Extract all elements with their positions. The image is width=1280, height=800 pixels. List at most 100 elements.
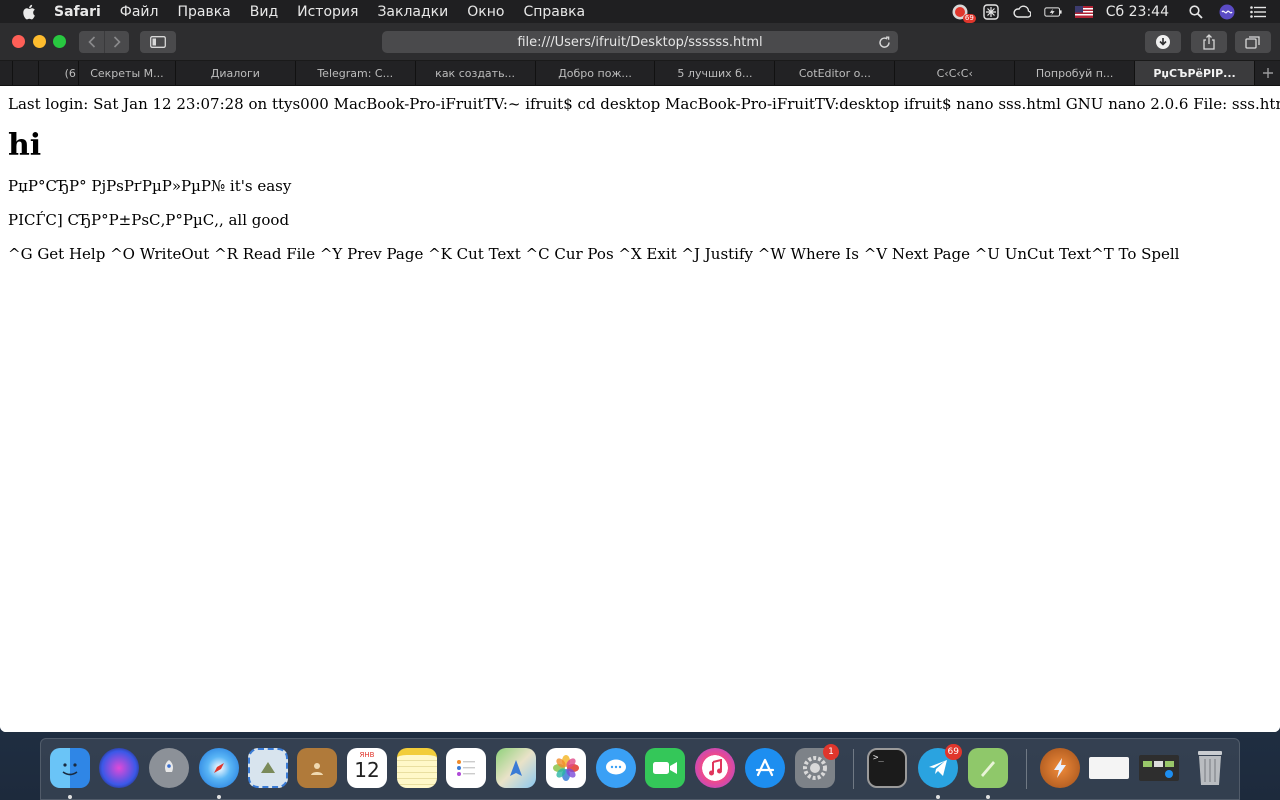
tab-active[interactable]: РџСЪРёРІР...: [1135, 61, 1256, 85]
tab[interactable]: как создать...: [416, 61, 536, 85]
garbled-paragraph: РІСЃС] СЂР°Р±РѕС‚Р°РµС‚, all good: [8, 211, 290, 229]
contacts-book-icon: [297, 748, 337, 788]
dock-mail[interactable]: [247, 747, 289, 789]
coteditor-pencil-icon: [968, 748, 1008, 788]
menu-bar: Safari Файл Правка Вид История Закладки …: [0, 0, 1280, 23]
menu-bookmarks[interactable]: Закладки: [377, 4, 448, 20]
battery-icon[interactable]: [1044, 4, 1062, 20]
notification-badge: 1: [823, 744, 839, 760]
close-window-button[interactable]: [12, 35, 25, 48]
gear-icon: 1: [795, 744, 839, 788]
dock-trash[interactable]: [1189, 747, 1231, 789]
tab[interactable]: Добро пож...: [536, 61, 656, 85]
notification-badge: 69: [944, 744, 962, 760]
messages-bubble-icon: [596, 748, 636, 788]
sidebar-toggle-button[interactable]: [140, 31, 176, 53]
dock-safari[interactable]: [198, 747, 240, 799]
dock-minimized-window[interactable]: [1088, 747, 1130, 789]
tab-pinned[interactable]: [0, 61, 13, 85]
tab[interactable]: С‹С‹С‹: [895, 61, 1016, 85]
siri-app-icon: [99, 748, 139, 788]
creative-cloud-icon[interactable]: [1013, 4, 1031, 20]
reload-icon[interactable]: [876, 34, 892, 50]
menu-help[interactable]: Справка: [523, 4, 585, 20]
tab[interactable]: 5 лучших б...: [655, 61, 776, 85]
safari-compass-icon: [199, 748, 239, 788]
menu-history[interactable]: История: [297, 4, 358, 20]
tab-bar: (6 Секреты М... Диалоги Telegram: С... к…: [0, 61, 1280, 86]
chevron-left-icon: [87, 36, 95, 48]
tab[interactable]: Диалоги: [176, 61, 296, 85]
dock-itunes[interactable]: [694, 747, 736, 789]
menubar-clock[interactable]: Сб 23:44: [1106, 4, 1169, 20]
dock-launchpad[interactable]: [148, 747, 190, 789]
tab[interactable]: CotEditor о...: [775, 61, 896, 85]
telegram-plane-icon: 69: [918, 744, 962, 788]
plus-icon: [1262, 68, 1273, 78]
downloads-button[interactable]: [1145, 31, 1181, 53]
share-icon: [1203, 34, 1215, 50]
dock-contacts[interactable]: [296, 747, 338, 789]
dock-maps[interactable]: [495, 747, 537, 789]
tab-overview-button[interactable]: [1235, 31, 1271, 53]
tab[interactable]: Попробуй п...: [1015, 61, 1136, 85]
new-tab-button[interactable]: [1255, 61, 1280, 85]
notification-center-icon[interactable]: [1249, 4, 1267, 20]
dock-facetime[interactable]: [644, 747, 686, 789]
forward-button[interactable]: [104, 31, 129, 53]
tab[interactable]: Секреты М...: [79, 61, 176, 85]
dock-terminal[interactable]: >_: [866, 747, 908, 789]
dock-siri[interactable]: [98, 747, 140, 789]
tab[interactable]: (6: [39, 61, 79, 85]
us-flag-icon[interactable]: [1074, 4, 1093, 20]
address-bar[interactable]: file:///Users/ifruit/Desktop/ssssss.html: [382, 31, 898, 53]
calendar-icon: ЯНВ 12: [347, 748, 387, 788]
tab[interactable]: Telegram: С...: [296, 61, 416, 85]
navigation-buttons: [79, 31, 129, 53]
status-badge: 69: [962, 13, 976, 23]
menu-app-name[interactable]: Safari: [54, 4, 101, 20]
trash-icon: [1190, 748, 1230, 788]
tab-pinned[interactable]: [13, 61, 39, 85]
menu-edit[interactable]: Правка: [177, 4, 230, 20]
maps-icon: [496, 748, 536, 788]
dock-telegram[interactable]: 69: [917, 744, 962, 799]
dock-notes[interactable]: [396, 747, 438, 789]
menu-window[interactable]: Окно: [467, 4, 504, 20]
download-icon: [1156, 35, 1170, 49]
nano-shortcuts-text: ^G Get Help ^O WriteOut ^R Read File ^Y …: [8, 245, 1180, 263]
dock-reminders[interactable]: [445, 747, 487, 789]
dock-messages[interactable]: [595, 747, 637, 789]
window-thumbnail-icon: [1089, 757, 1129, 779]
dock-downloads-stack[interactable]: [1039, 747, 1081, 789]
address-text: file:///Users/ifruit/Desktop/ssssss.html: [517, 34, 763, 50]
minimize-window-button[interactable]: [33, 35, 46, 48]
app-store-icon: [745, 748, 785, 788]
dock-minimized-window[interactable]: [1138, 747, 1180, 789]
dock-system-preferences[interactable]: 1: [794, 744, 839, 789]
fullscreen-window-button[interactable]: [53, 35, 66, 48]
chevron-right-icon: [113, 36, 121, 48]
snowflake-icon[interactable]: [982, 3, 1000, 20]
notes-icon: [397, 748, 437, 788]
dock-calendar[interactable]: ЯНВ 12: [346, 747, 388, 789]
share-button[interactable]: [1191, 31, 1227, 53]
web-page-content: Last login: Sat Jan 12 23:07:28 on ttys0…: [0, 87, 1280, 732]
dock-coteditor[interactable]: [967, 747, 1009, 799]
back-button[interactable]: [79, 31, 104, 53]
menu-file[interactable]: Файл: [120, 4, 159, 20]
spotlight-search-icon[interactable]: [1187, 4, 1205, 20]
mail-stamp-icon: [248, 748, 288, 788]
reminders-icon: [446, 748, 486, 788]
dock-app-store[interactable]: [744, 747, 786, 789]
notification-app-icon[interactable]: 69: [951, 4, 976, 23]
dock-finder[interactable]: [49, 747, 91, 799]
siri-icon[interactable]: [1218, 4, 1236, 20]
terminal-icon: >_: [867, 748, 907, 788]
photos-flower-icon: [546, 748, 586, 788]
dock-photos[interactable]: [545, 747, 587, 789]
dock: ЯНВ 12 1 >_ 69: [40, 738, 1240, 800]
menu-view[interactable]: Вид: [250, 4, 278, 20]
browser-toolbar: file:///Users/ifruit/Desktop/ssssss.html: [0, 23, 1280, 61]
apple-menu-icon[interactable]: [20, 4, 38, 20]
